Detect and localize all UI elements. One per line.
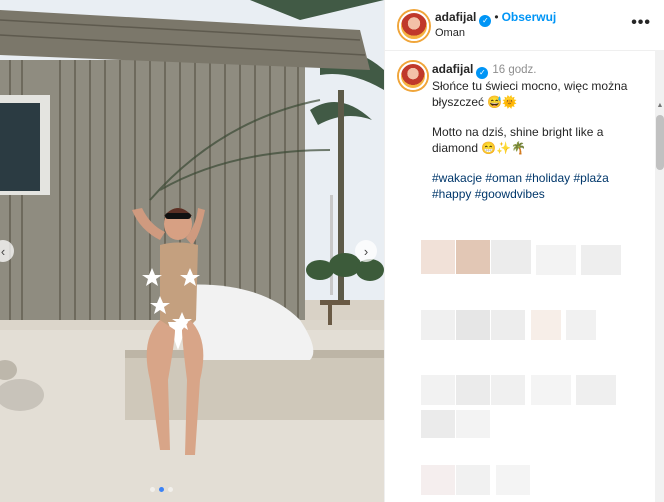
post-photo[interactable]: ‹ › (0, 0, 384, 502)
verified-badge-icon: ✓ (479, 15, 492, 27)
caption-username-link[interactable]: adafijal (432, 62, 473, 76)
beach-photo-illustration (0, 0, 384, 502)
scroll-up-arrow-icon[interactable]: ▲ (656, 102, 664, 110)
caption-line-1: Słońce tu świeci mocno, więc można błysz… (432, 79, 628, 109)
hashtag-link[interactable]: #oman (485, 171, 522, 185)
carousel-dot-active[interactable] (159, 487, 164, 492)
carousel-dot[interactable] (168, 487, 173, 492)
scrollbar-thumb[interactable] (656, 115, 664, 170)
carousel-next-button[interactable]: › (355, 240, 377, 262)
post-time[interactable]: 16 godz. (492, 64, 536, 76)
caption: adafijal ✓ 16 godz. Słońce tu świeci mocno… (432, 62, 642, 202)
post-sidebar: adafijal ✓ • Obserwuj Oman ••• adafijal ✓ 16 … (384, 0, 664, 502)
carousel-dots (150, 487, 173, 492)
caption-avatar[interactable] (399, 62, 427, 90)
hashtag-link[interactable]: #goowdvibes (475, 187, 545, 201)
hashtag-link[interactable]: #wakacje (432, 171, 482, 185)
hashtag-link[interactable]: #holiday (525, 171, 570, 185)
post-header: adafijal ✓ • Obserwuj Oman ••• (385, 0, 664, 51)
pixelated-comments-area (401, 210, 651, 500)
carousel-dot[interactable] (150, 487, 155, 492)
separator-dot: • (494, 10, 499, 24)
scrollbar[interactable]: ▲ (655, 50, 664, 502)
hashtag-link[interactable]: #happy (432, 187, 471, 201)
avatar[interactable] (399, 11, 429, 41)
location-link[interactable]: Oman (435, 27, 465, 39)
caption-line-2: Motto na dziś, shine bright like a diamo… (432, 125, 604, 155)
hashtags: #wakacje #oman #holiday #plaża #happy #g… (432, 171, 642, 202)
more-options-button[interactable]: ••• (631, 14, 651, 32)
hashtag-link[interactable]: #plaża (573, 171, 608, 185)
follow-button[interactable]: Obserwuj (502, 10, 557, 24)
username-link[interactable]: adafijal (435, 10, 476, 24)
verified-badge-icon: ✓ (476, 67, 489, 79)
